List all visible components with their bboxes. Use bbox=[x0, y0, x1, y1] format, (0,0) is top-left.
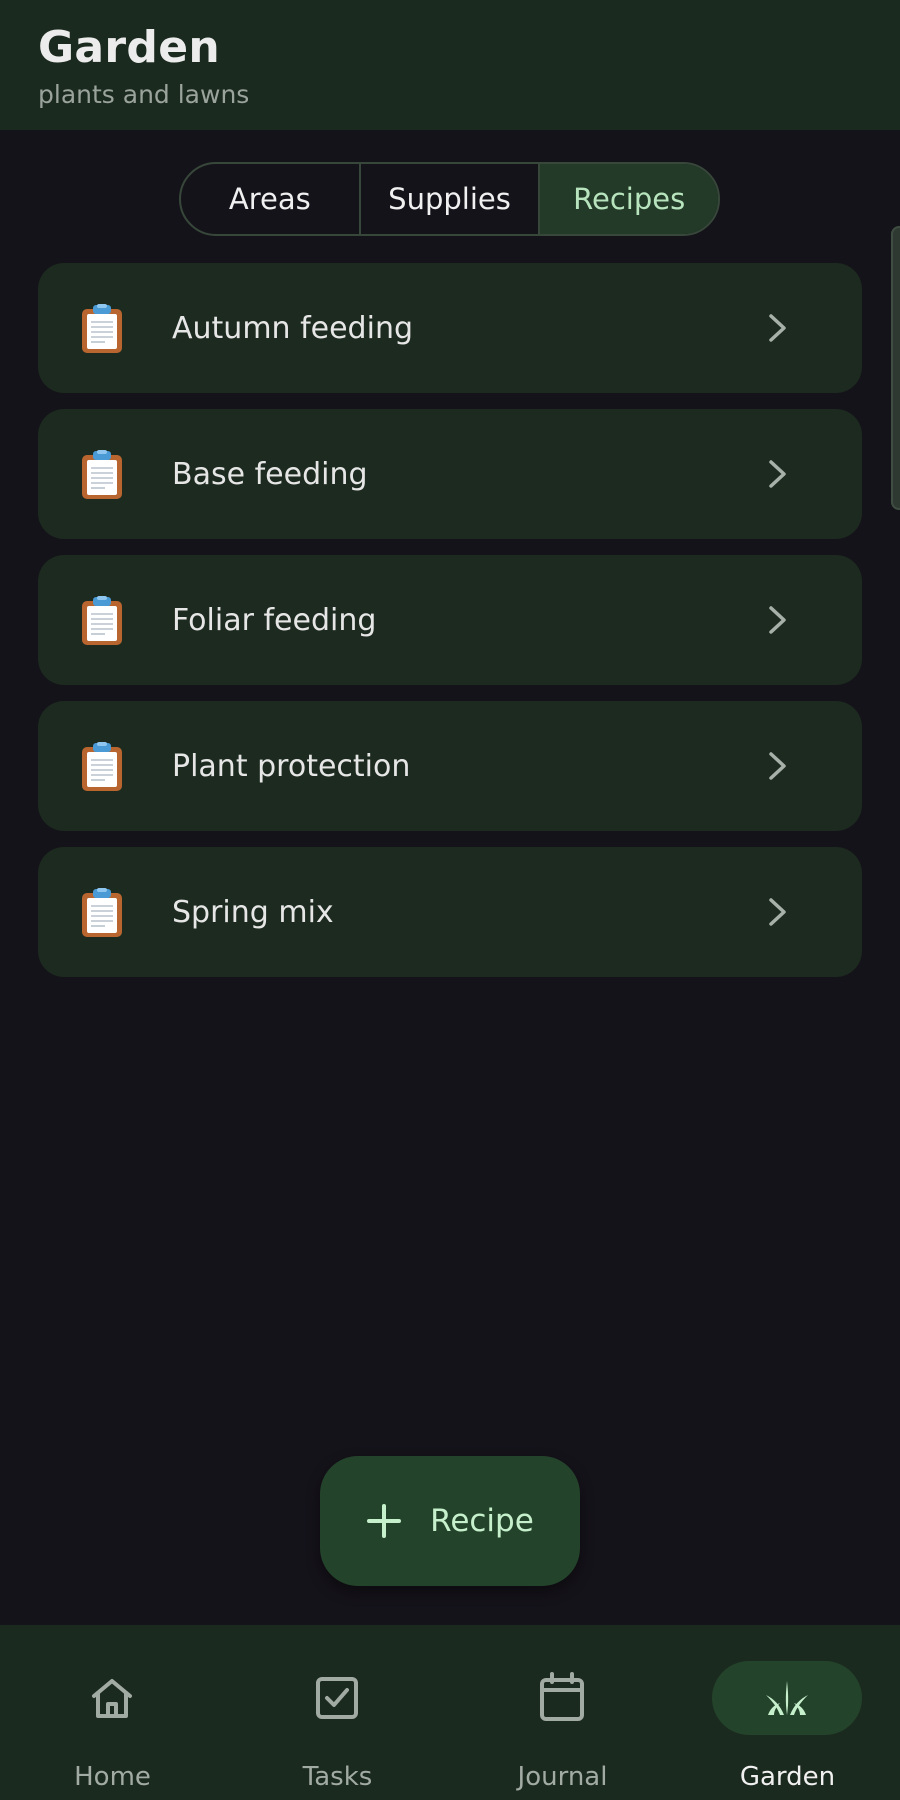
tab-recipes[interactable]: Recipes bbox=[538, 164, 718, 234]
clipboard-icon bbox=[82, 742, 122, 791]
clipboard-icon bbox=[82, 450, 122, 499]
nav-tasks[interactable]: Tasks bbox=[225, 1625, 450, 1800]
page-title: Garden bbox=[38, 22, 220, 73]
list-item[interactable]: Base feeding bbox=[38, 409, 862, 539]
nav-journal[interactable]: Journal bbox=[450, 1625, 675, 1800]
nav-label-tasks: Tasks bbox=[302, 1762, 373, 1792]
recipe-label: Foliar feeding bbox=[172, 602, 377, 638]
page-subtitle: plants and lawns bbox=[38, 80, 250, 109]
app-header: Garden plants and lawns bbox=[0, 0, 900, 130]
segmented-tabs: Areas Supplies Recipes bbox=[179, 162, 720, 236]
add-recipe-button[interactable]: Recipe bbox=[320, 1456, 580, 1586]
chevron-right-icon bbox=[769, 752, 786, 780]
grass-icon bbox=[766, 1681, 808, 1715]
chevron-right-icon bbox=[769, 898, 786, 926]
list-item[interactable]: Plant protection bbox=[38, 701, 862, 831]
list-item[interactable]: Autumn feeding bbox=[38, 263, 862, 393]
tab-supplies[interactable]: Supplies bbox=[358, 164, 539, 234]
recipe-label: Spring mix bbox=[172, 894, 334, 930]
recipe-label: Plant protection bbox=[172, 748, 411, 784]
tab-areas[interactable]: Areas bbox=[181, 164, 359, 234]
plus-icon bbox=[367, 1504, 402, 1538]
add-recipe-label: Recipe bbox=[430, 1503, 534, 1539]
chevron-right-icon bbox=[769, 460, 786, 488]
recipe-list: Autumn feeding Base feeding Foliar feedi… bbox=[38, 263, 862, 993]
nav-label-journal: Journal bbox=[517, 1762, 608, 1792]
nav-garden[interactable]: Garden bbox=[675, 1625, 900, 1800]
nav-label-home: Home bbox=[74, 1762, 151, 1792]
nav-label-garden: Garden bbox=[739, 1762, 836, 1792]
list-item[interactable]: Spring mix bbox=[38, 847, 862, 977]
scrollbar-thumb[interactable] bbox=[891, 226, 900, 510]
nav-home[interactable]: Home bbox=[0, 1625, 225, 1800]
list-item[interactable]: Foliar feeding bbox=[38, 555, 862, 685]
tasks-icon bbox=[316, 1677, 358, 1719]
recipe-label: Autumn feeding bbox=[172, 310, 413, 346]
recipe-label: Base feeding bbox=[172, 456, 368, 492]
chevron-right-icon bbox=[769, 606, 786, 634]
home-icon bbox=[92, 1679, 132, 1718]
bottom-nav: Home Tasks Journal Garden bbox=[0, 1625, 900, 1800]
chevron-right-icon bbox=[769, 314, 786, 342]
calendar-icon bbox=[540, 1672, 584, 1721]
clipboard-icon bbox=[82, 888, 122, 937]
clipboard-icon bbox=[82, 596, 122, 645]
clipboard-icon bbox=[82, 304, 122, 353]
